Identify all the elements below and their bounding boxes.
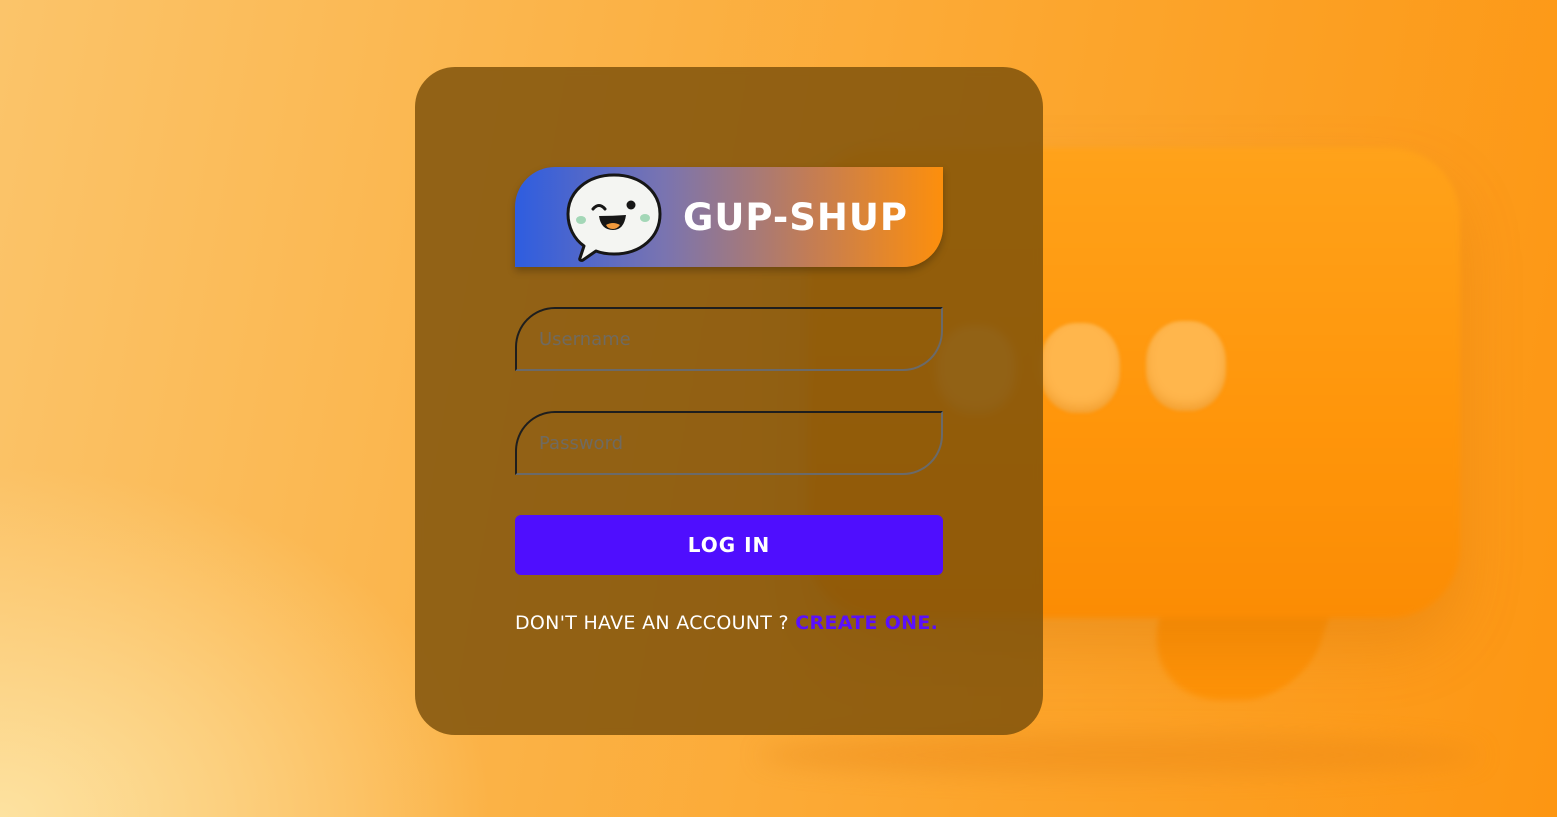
password-field [515, 411, 943, 475]
smiling-speech-bubble-icon [566, 173, 662, 262]
app-title: GUP-SHUP [683, 195, 909, 239]
create-account-link[interactable]: CREATE ONE. [795, 612, 938, 634]
signup-prompt: DON'T HAVE AN ACCOUNT ? CREATE ONE. [515, 612, 955, 634]
password-input[interactable] [517, 413, 941, 473]
typing-dot-icon [1040, 323, 1120, 413]
signup-prompt-text: DON'T HAVE AN ACCOUNT ? [515, 612, 796, 634]
login-card: GUP-SHUP LOG IN DON'T HAVE AN ACCOUNT ? … [415, 67, 1043, 735]
brand-banner: GUP-SHUP [515, 167, 943, 267]
username-field [515, 307, 943, 371]
username-input[interactable] [517, 309, 941, 369]
bubble-shadow [760, 735, 1480, 775]
typing-dot-icon [1146, 321, 1226, 411]
login-button[interactable]: LOG IN [515, 515, 943, 575]
